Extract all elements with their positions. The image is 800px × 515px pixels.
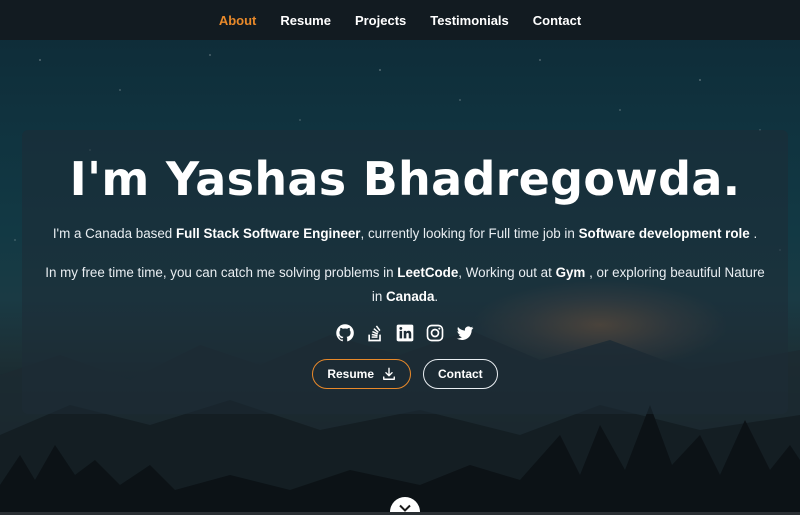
chevron-down-icon (399, 504, 411, 512)
hero-background: About Resume Projects Testimonials Conta… (0, 0, 800, 515)
nav-resume[interactable]: Resume (280, 13, 331, 28)
nav-contact[interactable]: Contact (533, 13, 581, 28)
hobbies-text-part: , Working out at (458, 265, 556, 280)
contact-button-label: Contact (438, 367, 483, 381)
intro-text-part: I'm a Canada based (52, 226, 176, 241)
social-links (22, 323, 788, 343)
intro-text-part: . (749, 226, 758, 241)
intro-text-part: , currently looking for Full time job in (360, 226, 579, 241)
nav-testimonials[interactable]: Testimonials (430, 13, 509, 28)
github-icon[interactable] (335, 323, 355, 343)
resume-button[interactable]: Resume (312, 359, 411, 389)
intro-role: Full Stack Software Engineer (175, 226, 361, 241)
hobbies-text-part: In my free time time, you can catch me s… (45, 265, 398, 280)
stackoverflow-icon[interactable] (365, 323, 385, 343)
hero-buttons: Resume Contact (22, 359, 788, 389)
hobbies-text-part: . (434, 289, 439, 304)
hobbies-leetcode: LeetCode (397, 265, 459, 280)
instagram-icon[interactable] (425, 323, 445, 343)
hobbies-gym: Gym (555, 265, 586, 280)
hobbies-text: In my free time time, you can catch me s… (22, 261, 788, 309)
linkedin-icon[interactable] (395, 323, 415, 343)
intro-target-role: Software development role (578, 226, 750, 241)
hobbies-place: Canada (386, 289, 435, 304)
hero-card: I'm Yashas Bhadregowda. I'm a Canada bas… (22, 130, 788, 414)
top-navbar: About Resume Projects Testimonials Conta… (0, 0, 800, 40)
resume-button-label: Resume (327, 367, 374, 381)
twitter-icon[interactable] (455, 323, 475, 343)
download-icon (383, 367, 395, 380)
hero-title: I'm Yashas Bhadregowda. (69, 152, 741, 206)
nav-projects[interactable]: Projects (355, 13, 406, 28)
nav-about[interactable]: About (219, 13, 257, 28)
intro-text: I'm a Canada based Full Stack Software E… (22, 222, 788, 246)
contact-button[interactable]: Contact (423, 359, 498, 389)
